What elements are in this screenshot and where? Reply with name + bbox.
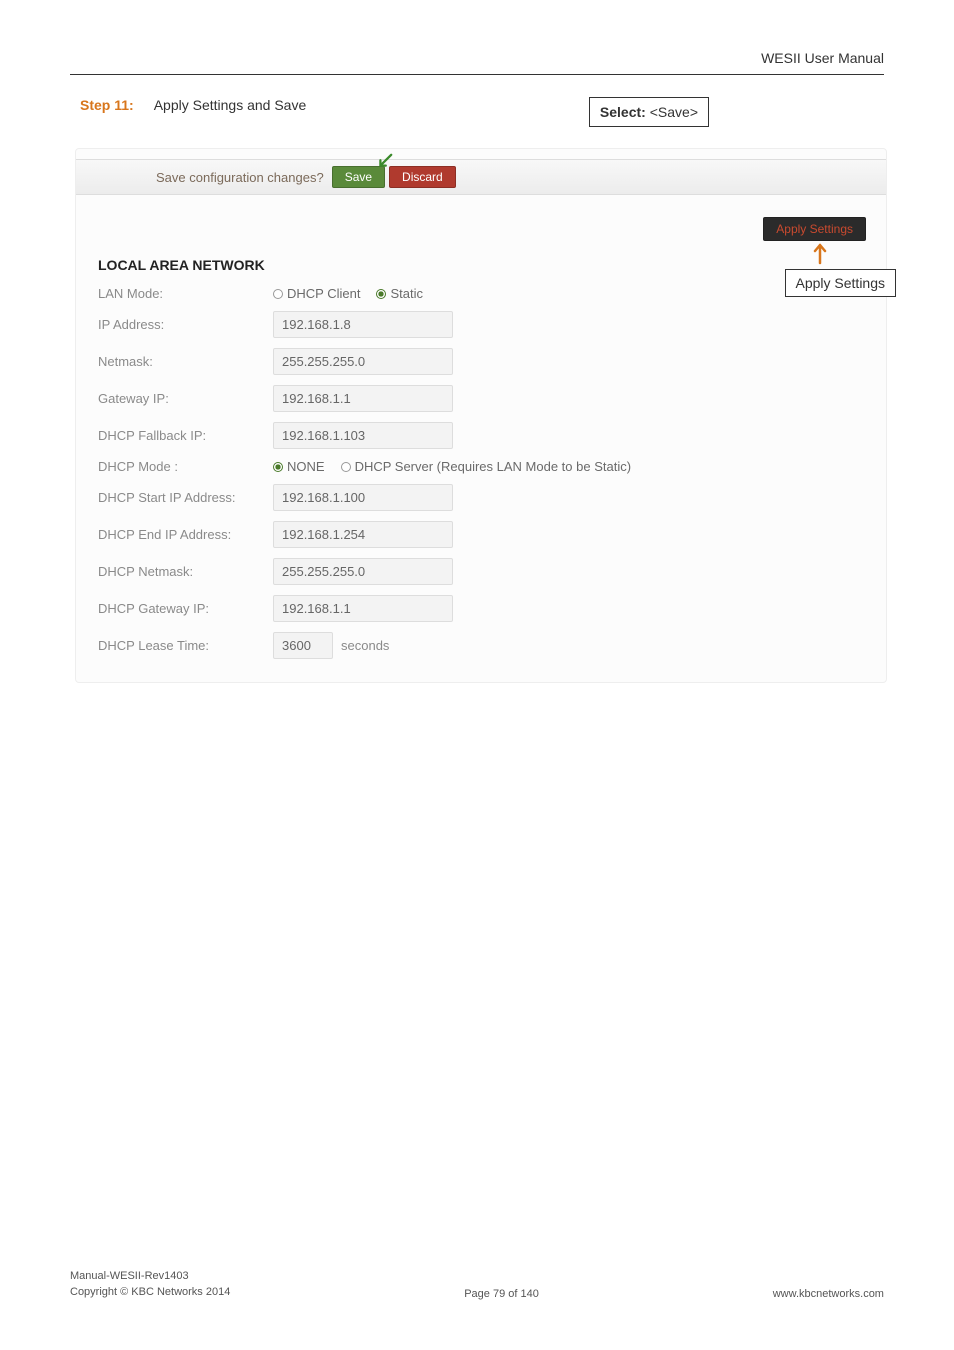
radio-static[interactable] — [376, 289, 386, 299]
ip-address-input[interactable] — [273, 311, 453, 338]
dhcp-end-input[interactable] — [273, 521, 453, 548]
footer-manual-rev: Manual-WESII-Rev1403 — [70, 1269, 230, 1284]
radio-dhcp-client[interactable] — [273, 289, 283, 299]
step-title: Apply Settings and Save — [154, 97, 307, 113]
dhcp-gateway-input[interactable] — [273, 595, 453, 622]
manual-title: WESII User Manual — [70, 50, 884, 75]
netmask-label: Netmask: — [98, 354, 273, 369]
radio-dhcp-client-label: DHCP Client — [287, 286, 360, 301]
dhcp-fallback-label: DHCP Fallback IP: — [98, 428, 273, 443]
dhcp-fallback-input[interactable] — [273, 422, 453, 449]
dhcp-start-input[interactable] — [273, 484, 453, 511]
ip-address-label: IP Address: — [98, 317, 273, 332]
dhcp-lease-label: DHCP Lease Time: — [98, 638, 273, 653]
select-callout: Select: <Save> — [589, 97, 709, 127]
apply-arrow-icon — [812, 243, 828, 265]
dhcp-end-label: DHCP End IP Address: — [98, 527, 273, 542]
footer-url: www.kbcnetworks.com — [773, 1288, 884, 1300]
radio-dhcp-none-label: NONE — [287, 459, 325, 474]
gateway-ip-input[interactable] — [273, 385, 453, 412]
lan-section-heading: LOCAL AREA NETWORK — [76, 247, 886, 281]
save-arrow-icon — [375, 153, 393, 171]
radio-dhcp-server-label: DHCP Server (Requires LAN Mode to be Sta… — [355, 459, 631, 474]
dhcp-mode-label: DHCP Mode : — [98, 459, 273, 474]
save-config-label: Save configuration changes? — [156, 170, 324, 185]
dhcp-lease-unit: seconds — [341, 638, 389, 653]
save-bar: Save configuration changes? Save Discard — [76, 159, 886, 195]
dhcp-netmask-label: DHCP Netmask: — [98, 564, 273, 579]
config-screenshot: Save configuration changes? Save Discard… — [75, 148, 887, 683]
apply-settings-callout: Apply Settings — [785, 269, 897, 297]
dhcp-gateway-label: DHCP Gateway IP: — [98, 601, 273, 616]
footer-page-number: Page 79 of 140 — [464, 1288, 539, 1300]
footer-copyright: Copyright © KBC Networks 2014 — [70, 1285, 230, 1300]
select-value: <Save> — [650, 104, 698, 120]
dhcp-start-label: DHCP Start IP Address: — [98, 490, 273, 505]
radio-dhcp-server[interactable] — [341, 462, 351, 472]
dhcp-lease-input[interactable] — [273, 632, 333, 659]
netmask-input[interactable] — [273, 348, 453, 375]
lan-mode-label: LAN Mode: — [98, 286, 273, 301]
page-footer: Manual-WESII-Rev1403 Copyright © KBC Net… — [70, 1269, 884, 1300]
step-label: Step 11: — [80, 97, 134, 113]
discard-button[interactable]: Discard — [389, 166, 456, 188]
radio-static-label: Static — [390, 286, 423, 301]
gateway-ip-label: Gateway IP: — [98, 391, 273, 406]
radio-dhcp-none[interactable] — [273, 462, 283, 472]
dhcp-netmask-input[interactable] — [273, 558, 453, 585]
apply-settings-button[interactable]: Apply Settings — [763, 217, 866, 241]
select-label: Select: — [600, 104, 646, 120]
